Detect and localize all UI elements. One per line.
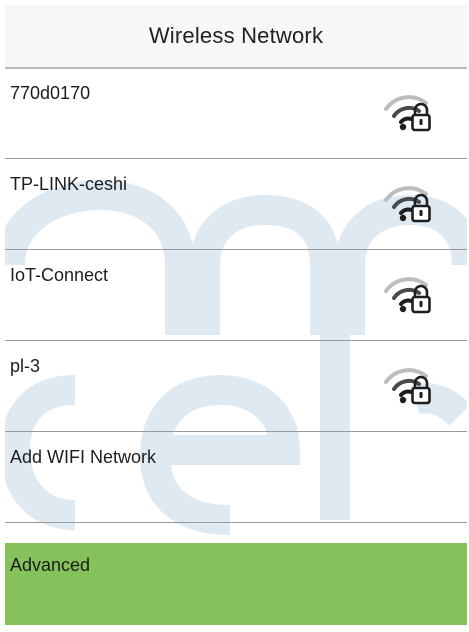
add-wifi-network-label: Add WIFI Network: [10, 447, 157, 467]
wifi-lock-icon: [384, 186, 431, 223]
network-item-770d0170[interactable]: 770d0170: [5, 69, 467, 159]
wireless-network-screen: Wireless Network 770d0170 TP-LINK-ceshi: [5, 5, 467, 627]
network-ssid: IoT-Connect: [10, 265, 109, 285]
wifi-lock-icon: [384, 95, 431, 132]
wifi-lock-icon: [384, 368, 431, 405]
network-ssid: pl-3: [10, 356, 41, 376]
add-wifi-network-button[interactable]: Add WIFI Network: [5, 433, 467, 523]
wifi-lock-icon: [384, 277, 431, 314]
network-item-iot-connect[interactable]: IoT-Connect: [5, 251, 467, 341]
network-ssid: TP-LINK-ceshi: [10, 174, 128, 194]
network-item-pl-3[interactable]: pl-3: [5, 342, 467, 432]
page-title: Wireless Network: [5, 5, 467, 69]
network-item-tp-link-ceshi[interactable]: TP-LINK-ceshi: [5, 160, 467, 250]
advanced-button[interactable]: Advanced: [5, 543, 467, 625]
advanced-label: Advanced: [10, 555, 91, 575]
network-ssid: 770d0170: [10, 83, 91, 103]
